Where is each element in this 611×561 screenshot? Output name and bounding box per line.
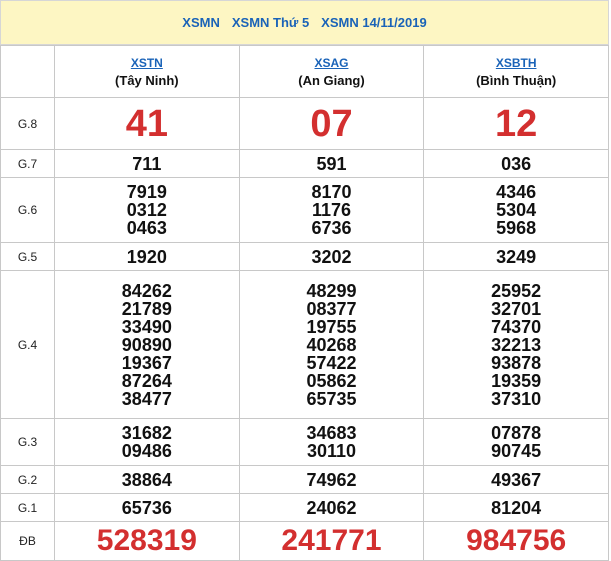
province-name: (Bình Thuận) bbox=[476, 72, 557, 88]
prize-number: 4346 bbox=[496, 182, 537, 202]
prize-row-g6: G.6 7919 0312 0463 8170 1176 6736 4346 5… bbox=[0, 177, 609, 243]
prize-cell: 31682 09486 bbox=[54, 418, 240, 466]
corner-cell bbox=[0, 45, 55, 98]
prize-label: G.5 bbox=[0, 242, 55, 271]
prize-number: 3249 bbox=[423, 242, 609, 271]
province-header-row: XSTN (Tây Ninh) XSAG (An Giang) XSBTH (B… bbox=[0, 45, 609, 98]
prize-number: 5304 bbox=[496, 200, 537, 220]
prize-cell: 4346 5304 5968 bbox=[423, 177, 609, 243]
prize-number: 87264 bbox=[121, 370, 172, 391]
prize-row-g1: G.1 65736 24062 81204 bbox=[0, 493, 609, 522]
prize-number: 84262 bbox=[121, 280, 172, 301]
prize-number: 0312 bbox=[126, 200, 167, 220]
prize-number: 08377 bbox=[306, 298, 357, 319]
prize-cell: 07878 90745 bbox=[423, 418, 609, 466]
prize-row-g4: G.4 84262 21789 33490 90890 19367 87264 … bbox=[0, 270, 609, 419]
prize-number: 49367 bbox=[423, 465, 609, 494]
prize-number: 1176 bbox=[311, 200, 352, 220]
prize-number: 07878 bbox=[491, 423, 542, 443]
province-binh-thuan: XSBTH (Bình Thuận) bbox=[423, 45, 609, 98]
prize-number: 32701 bbox=[491, 298, 542, 319]
prize-number: 05862 bbox=[306, 370, 357, 391]
prize-number: 09486 bbox=[121, 441, 172, 461]
prize-number: 40268 bbox=[306, 334, 357, 355]
prize-number: 711 bbox=[54, 149, 240, 178]
prize-label: ĐB bbox=[0, 521, 55, 561]
prize-number: 0463 bbox=[126, 218, 167, 238]
prize-number: 38477 bbox=[121, 388, 172, 409]
prize-row-g3: G.3 31682 09486 34683 30110 07878 90745 bbox=[0, 418, 609, 466]
prize-number: 12 bbox=[423, 97, 609, 150]
prize-cell: 8170 1176 6736 bbox=[238, 177, 425, 243]
results-page: XSMN XSMN Thứ 5 XSMN 14/11/2019 XSTN (Tâ… bbox=[0, 0, 611, 561]
prize-number: 19367 bbox=[121, 352, 172, 373]
prize-cell: 48299 08377 19755 40268 57422 05862 6573… bbox=[238, 270, 425, 419]
prize-number: 57422 bbox=[306, 352, 357, 373]
prize-cell: 34683 30110 bbox=[238, 418, 425, 466]
prize-label: G.8 bbox=[0, 97, 55, 150]
results-table: XSTN (Tây Ninh) XSAG (An Giang) XSBTH (B… bbox=[0, 45, 609, 561]
jackpot-number: 528319 bbox=[54, 521, 240, 561]
prize-number: 3202 bbox=[238, 242, 425, 271]
prize-cell: 84262 21789 33490 90890 19367 87264 3847… bbox=[54, 270, 240, 419]
prize-number: 65736 bbox=[54, 493, 240, 522]
link-xsmn-date[interactable]: XSMN 14/11/2019 bbox=[321, 15, 427, 30]
prize-label: G.7 bbox=[0, 149, 55, 178]
province-code-link[interactable]: XSTN bbox=[55, 56, 239, 70]
prize-number: 8170 bbox=[311, 182, 352, 202]
prize-label: G.6 bbox=[0, 177, 55, 243]
prize-number: 38864 bbox=[54, 465, 240, 494]
province-code-link[interactable]: XSBTH bbox=[424, 56, 608, 70]
prize-row-db: ĐB 528319 241771 984756 bbox=[0, 521, 609, 561]
prize-number: 65735 bbox=[306, 388, 357, 409]
prize-number: 19359 bbox=[491, 370, 542, 391]
header-bar: XSMN XSMN Thứ 5 XSMN 14/11/2019 bbox=[0, 0, 609, 45]
jackpot-number: 984756 bbox=[423, 521, 609, 561]
prize-number: 74370 bbox=[491, 316, 542, 337]
prize-row-g7: G.7 711 591 036 bbox=[0, 149, 609, 178]
link-xsmn-thu5[interactable]: XSMN Thứ 5 bbox=[232, 15, 309, 30]
prize-number: 30110 bbox=[306, 441, 357, 461]
prize-number: 74962 bbox=[238, 465, 425, 494]
prize-number: 7919 bbox=[126, 182, 167, 202]
prize-number: 1920 bbox=[54, 242, 240, 271]
province-tay-ninh: XSTN (Tây Ninh) bbox=[54, 45, 240, 98]
prize-cell: 25952 32701 74370 32213 93878 19359 3731… bbox=[423, 270, 609, 419]
prize-number: 81204 bbox=[423, 493, 609, 522]
prize-number: 93878 bbox=[491, 352, 542, 373]
prize-cell: 7919 0312 0463 bbox=[54, 177, 240, 243]
province-code-link[interactable]: XSAG bbox=[240, 56, 424, 70]
prize-number: 34683 bbox=[306, 423, 357, 443]
prize-row-g2: G.2 38864 74962 49367 bbox=[0, 465, 609, 494]
province-an-giang: XSAG (An Giang) bbox=[238, 45, 425, 98]
jackpot-number: 241771 bbox=[238, 521, 425, 561]
prize-number: 5968 bbox=[496, 218, 537, 238]
prize-label: G.2 bbox=[0, 465, 55, 494]
prize-number: 90890 bbox=[121, 334, 172, 355]
prize-label: G.4 bbox=[0, 270, 55, 419]
province-name: (An Giang) bbox=[298, 72, 365, 88]
prize-number: 32213 bbox=[491, 334, 542, 355]
prize-number: 21789 bbox=[121, 298, 172, 319]
prize-number: 036 bbox=[423, 149, 609, 178]
prize-number: 37310 bbox=[491, 388, 542, 409]
prize-number: 6736 bbox=[311, 218, 352, 238]
prize-row-g5: G.5 1920 3202 3249 bbox=[0, 242, 609, 271]
prize-number: 591 bbox=[238, 149, 425, 178]
prize-label: G.3 bbox=[0, 418, 55, 466]
link-xsmn[interactable]: XSMN bbox=[182, 15, 220, 30]
prize-number: 07 bbox=[238, 97, 425, 150]
prize-number: 19755 bbox=[306, 316, 357, 337]
prize-number: 31682 bbox=[121, 423, 172, 443]
prize-number: 25952 bbox=[491, 280, 542, 301]
prize-number: 41 bbox=[54, 97, 240, 150]
prize-row-g8: G.8 41 07 12 bbox=[0, 97, 609, 150]
prize-number: 48299 bbox=[306, 280, 357, 301]
province-name: (Tây Ninh) bbox=[115, 72, 179, 88]
prize-label: G.1 bbox=[0, 493, 55, 522]
prize-number: 33490 bbox=[121, 316, 172, 337]
prize-number: 24062 bbox=[238, 493, 425, 522]
prize-number: 90745 bbox=[491, 441, 542, 461]
